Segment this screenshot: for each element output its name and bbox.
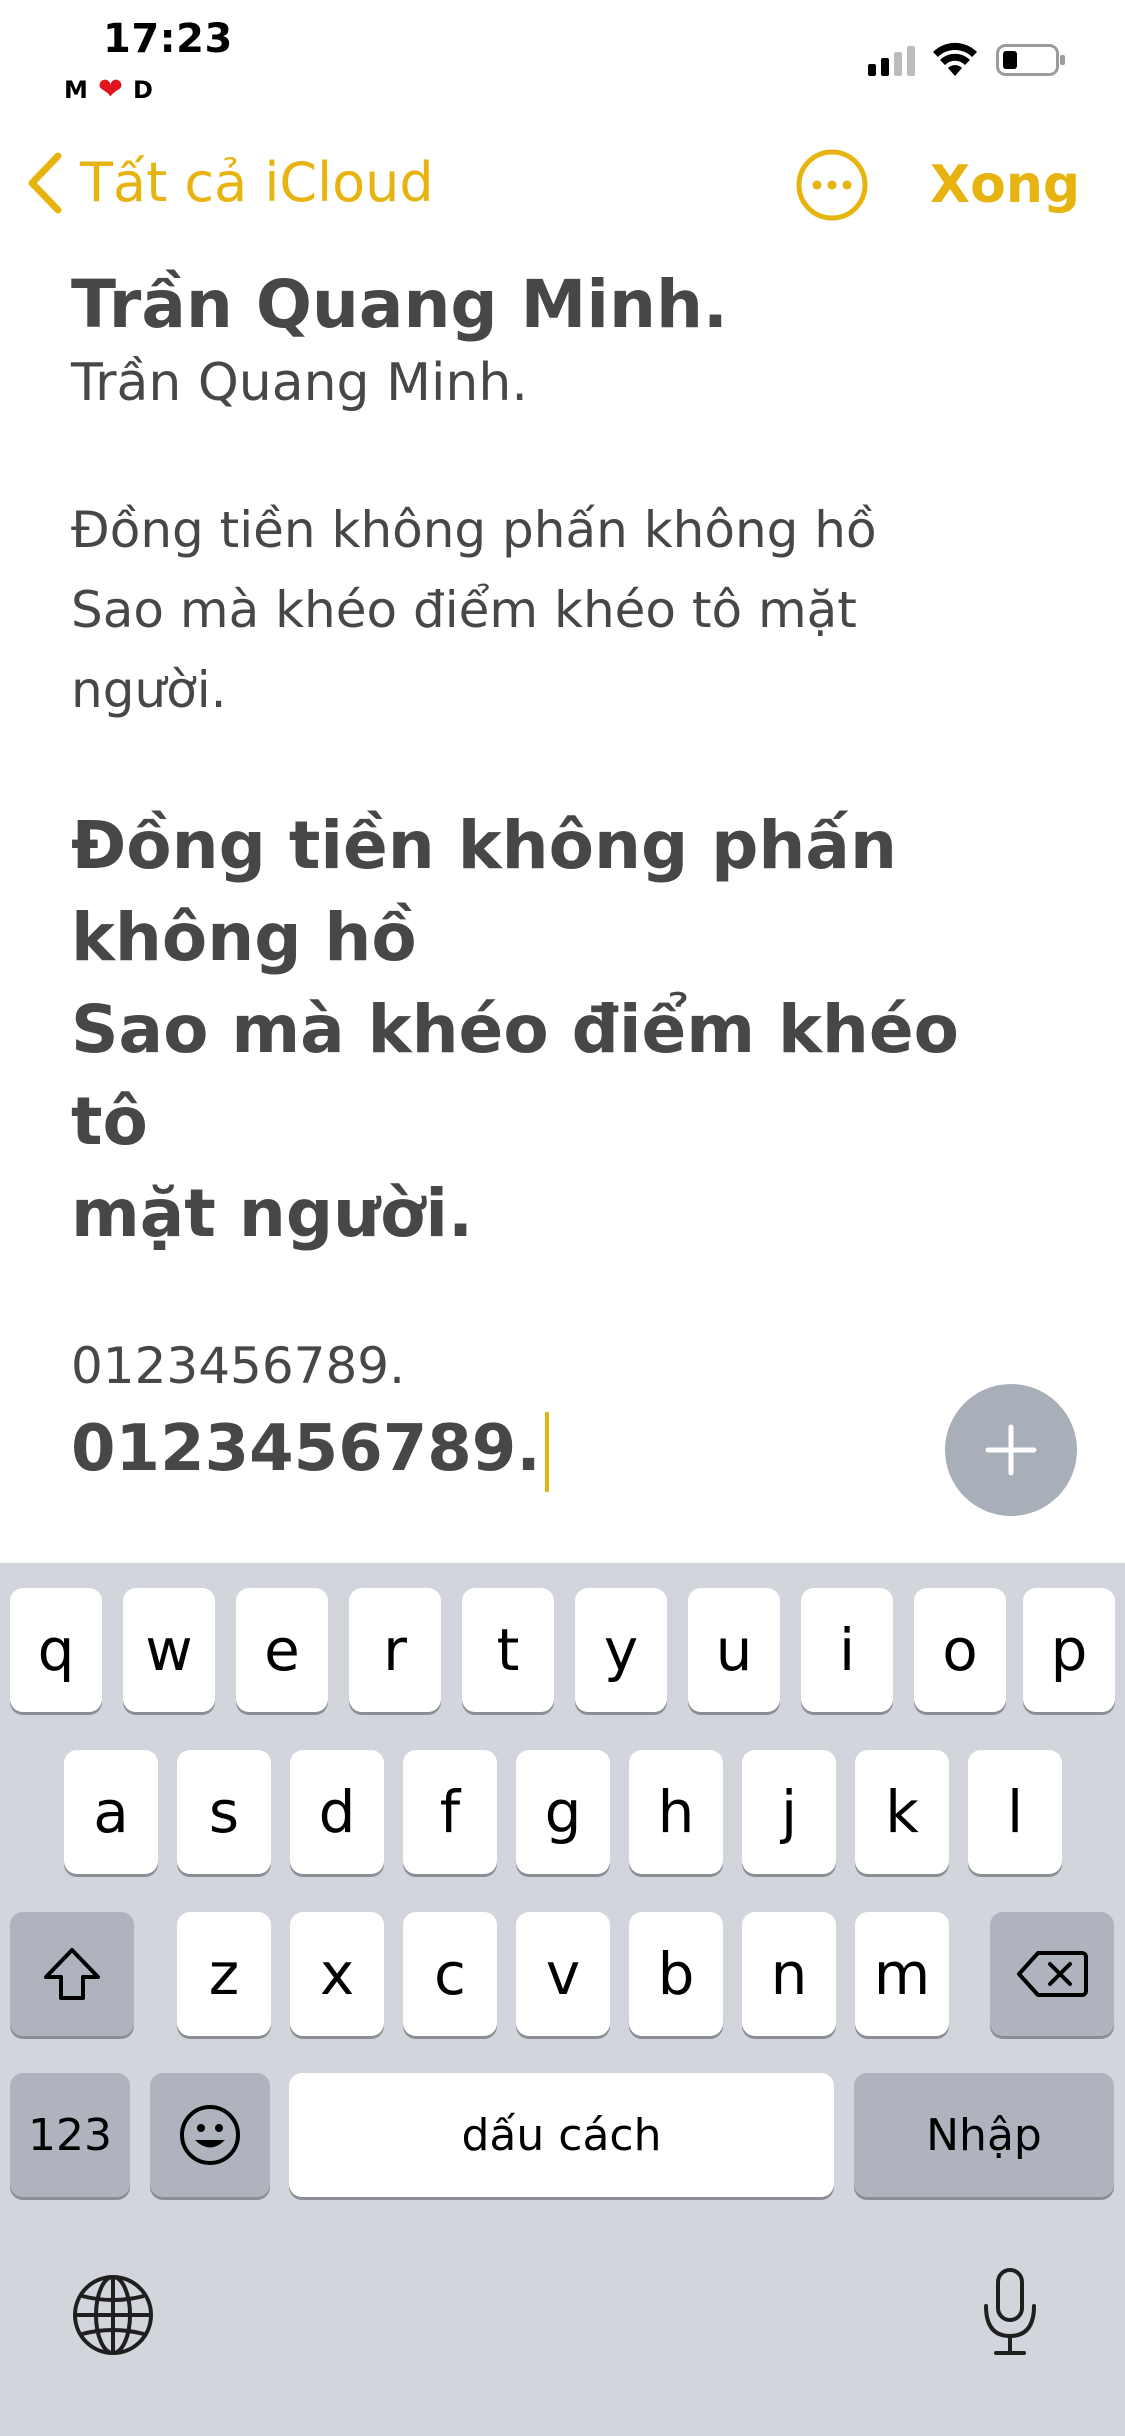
- carrier-left: M: [64, 76, 88, 104]
- delete-icon: [1017, 1951, 1088, 1997]
- signal-icon: [868, 46, 915, 76]
- key-g[interactable]: g: [516, 1750, 610, 1874]
- key-z[interactable]: z: [177, 1912, 271, 2036]
- note-number-bold-line: 0123456789.: [71, 1406, 1051, 1493]
- key-r[interactable]: r: [349, 1588, 441, 1712]
- shift-key[interactable]: [10, 1912, 134, 2036]
- key-k[interactable]: k: [855, 1750, 949, 1874]
- status-bar: 17:23 M ❤ D: [0, 0, 1125, 120]
- delete-key[interactable]: [990, 1912, 1114, 2036]
- battery-icon: [996, 44, 1065, 76]
- key-o[interactable]: o: [914, 1588, 1006, 1712]
- microphone-icon[interactable]: [980, 2266, 1040, 2358]
- note-body-line: người.: [71, 661, 227, 719]
- key-h[interactable]: h: [629, 1750, 723, 1874]
- done-button[interactable]: Xong: [930, 153, 1080, 217]
- ellipsis-circle-icon[interactable]: [795, 148, 869, 222]
- key-i[interactable]: i: [801, 1588, 893, 1712]
- globe-icon[interactable]: [70, 2272, 156, 2358]
- status-time: 17:23: [103, 16, 233, 62]
- note-number-bold-text: 0123456789.: [71, 1412, 541, 1486]
- space-key[interactable]: dấu cách: [289, 2073, 834, 2197]
- carrier-right: D: [133, 76, 153, 104]
- wifi-icon: [933, 42, 977, 76]
- back-label: Tất cả iCloud: [80, 151, 434, 214]
- key-x[interactable]: x: [290, 1912, 384, 2036]
- key-n[interactable]: n: [742, 1912, 836, 2036]
- key-c[interactable]: c: [403, 1912, 497, 2036]
- key-q[interactable]: q: [10, 1588, 102, 1712]
- note-body-line: Sao mà khéo điểm khéo tô mặt: [71, 581, 857, 639]
- key-u[interactable]: u: [688, 1588, 780, 1712]
- key-e[interactable]: e: [236, 1588, 328, 1712]
- navigation-bar: Tất cả iCloud Xong: [0, 140, 1125, 230]
- key-b[interactable]: b: [629, 1912, 723, 2036]
- note-heading-line: không hồ: [71, 899, 417, 976]
- key-s[interactable]: s: [177, 1750, 271, 1874]
- note-heading-line: Sao mà khéo điểm khéo tô: [71, 991, 960, 1160]
- chevron-left-icon: [28, 152, 62, 214]
- numbers-key[interactable]: 123: [10, 2073, 130, 2197]
- note-number-line: 0123456789.: [71, 1337, 406, 1395]
- back-button[interactable]: Tất cả iCloud: [26, 150, 434, 216]
- return-key[interactable]: Nhập: [854, 2073, 1114, 2197]
- key-p[interactable]: p: [1023, 1588, 1115, 1712]
- key-a[interactable]: a: [64, 1750, 158, 1874]
- text-cursor: [544, 1412, 549, 1493]
- plus-icon: [985, 1424, 1037, 1476]
- shift-icon: [44, 1948, 100, 2000]
- note-body-line: Đồng tiền không phấn không hồ: [71, 501, 877, 559]
- key-d[interactable]: d: [290, 1750, 384, 1874]
- note-editor[interactable]: Trần Quang Minh. Trần Quang Minh. Đồng t…: [71, 262, 1051, 1493]
- note-heading-line: Đồng tiền không phấn: [71, 807, 897, 884]
- emoji-key[interactable]: [150, 2073, 270, 2197]
- key-t[interactable]: t: [462, 1588, 554, 1712]
- key-l[interactable]: l: [968, 1750, 1062, 1874]
- emoji-icon: [180, 2105, 240, 2165]
- key-j[interactable]: j: [742, 1750, 836, 1874]
- carrier-label: M ❤ D: [64, 72, 153, 107]
- note-heading-line: mặt người.: [71, 1175, 474, 1252]
- key-w[interactable]: w: [123, 1588, 215, 1712]
- key-y[interactable]: y: [575, 1588, 667, 1712]
- note-subtitle: Trần Quang Minh.: [71, 353, 528, 413]
- heart-icon: ❤: [97, 72, 124, 107]
- add-button[interactable]: [945, 1384, 1077, 1516]
- key-v[interactable]: v: [516, 1912, 610, 2036]
- key-f[interactable]: f: [403, 1750, 497, 1874]
- key-m[interactable]: m: [855, 1912, 949, 2036]
- note-title: Trần Quang Minh.: [71, 266, 729, 343]
